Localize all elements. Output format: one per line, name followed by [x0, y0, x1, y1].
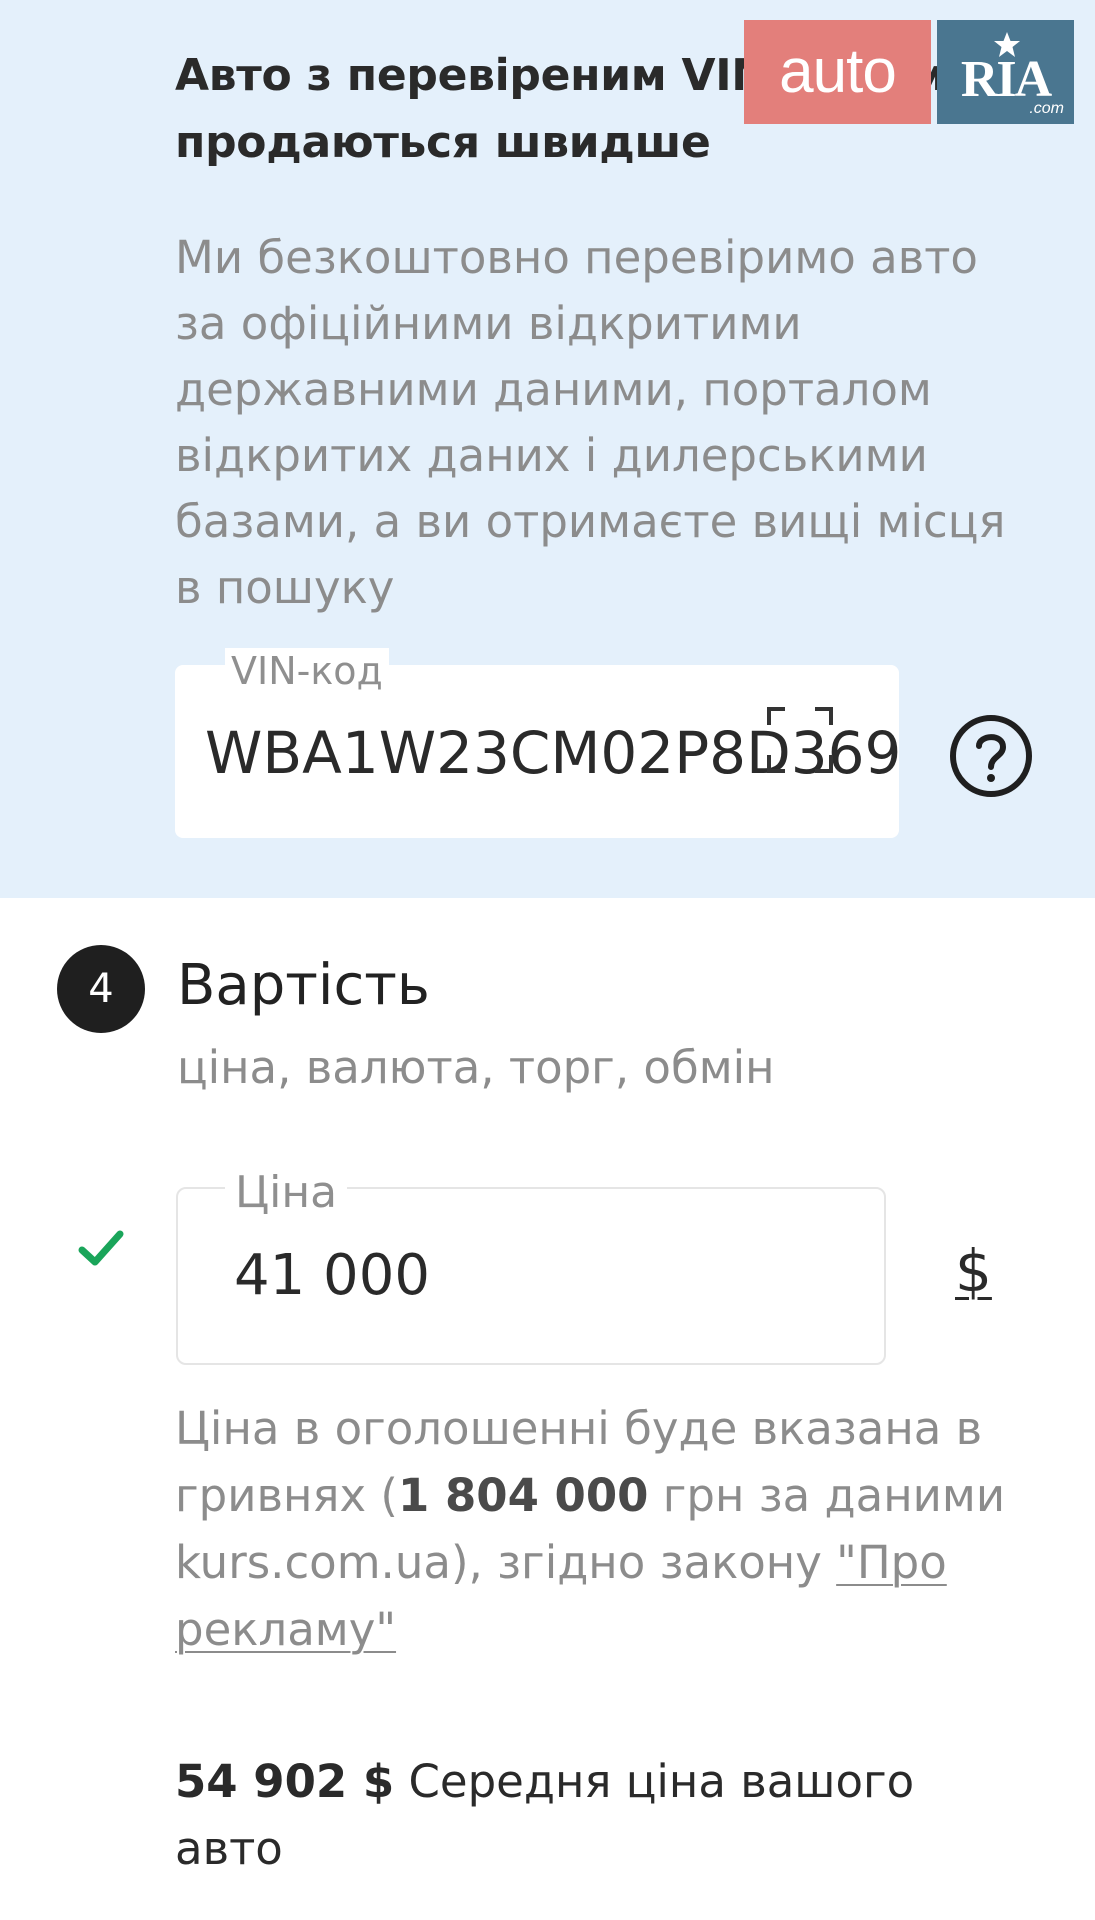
price-conversion-note: Ціна в оголошенні буде вказана в гривнях…	[175, 1402, 1006, 1656]
uah-amount: 1 804 000	[397, 1469, 649, 1522]
question-circle-icon[interactable]	[948, 713, 1034, 799]
price-input-value[interactable]: 41 000	[234, 1241, 430, 1311]
auto-ria-logo: auto RIA .com	[744, 20, 1074, 124]
logo-ria-block: RIA .com	[937, 20, 1074, 124]
vin-input-label: VIN-код	[225, 648, 389, 694]
price-input-label: Ціна	[225, 1167, 348, 1219]
scan-frame-icon[interactable]	[765, 705, 835, 775]
step-number-badge: 4	[57, 945, 145, 1033]
currency-selector[interactable]: $	[955, 1238, 992, 1304]
step-subtitle: ціна, валюта, торг, обмін	[177, 1041, 775, 1094]
average-price-value: 54 902 $	[175, 1755, 395, 1808]
logo-ria-suffix: .com	[1029, 100, 1064, 117]
step-title: Вартість	[177, 953, 430, 1018]
logo-auto-text: auto	[744, 20, 931, 124]
average-price-info: 54 902 $ Середня ціна вашого авто	[175, 1755, 915, 1875]
checkmark-icon	[78, 1230, 124, 1266]
vin-info-description: Ми безкоштовно перевіримо авто за офіцій…	[175, 231, 1006, 614]
